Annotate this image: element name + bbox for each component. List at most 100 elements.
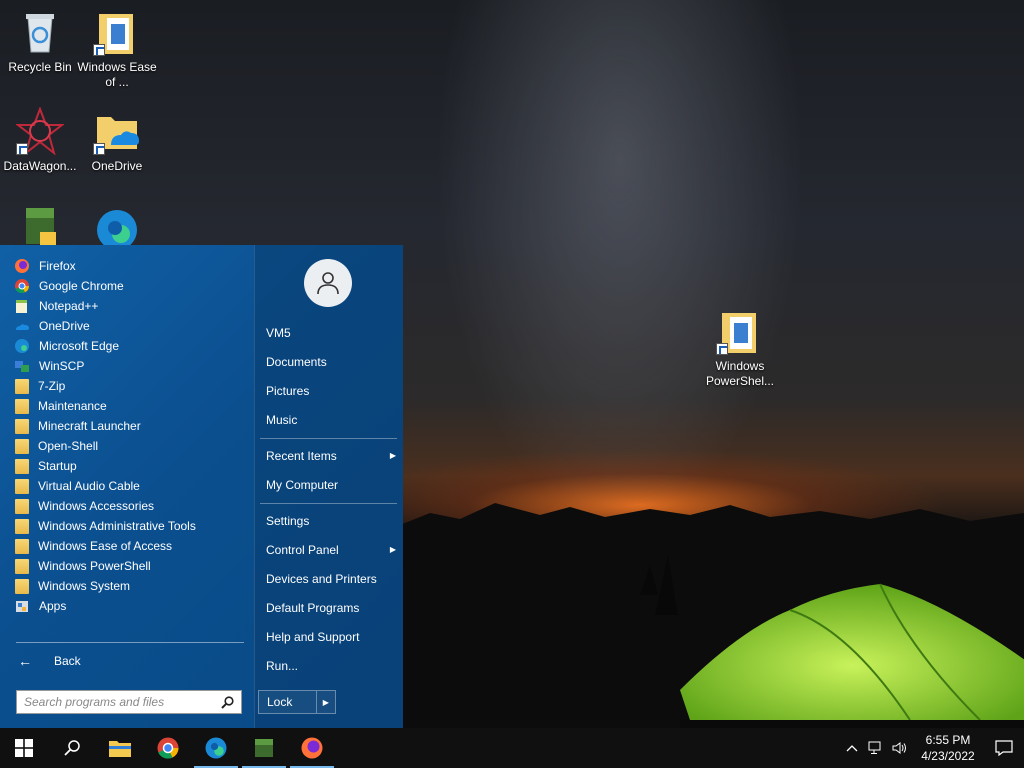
tent-illustration <box>680 583 1024 730</box>
menu-item-user[interactable]: VM5 <box>266 323 396 343</box>
program-item-windows-ease-of-access[interactable]: Windows Ease of Access <box>14 536 246 556</box>
menu-item-control-panel[interactable]: Control Panel ▶ <box>266 540 396 560</box>
folder-icon <box>15 418 29 434</box>
edge-icon <box>205 737 227 759</box>
menu-item-devices-printers[interactable]: Devices and Printers <box>266 569 396 589</box>
program-item-minecraft-launcher[interactable]: Minecraft Launcher <box>14 416 246 436</box>
program-item-windows-accessories[interactable]: Windows Accessories <box>14 496 246 516</box>
windows-logo-icon <box>15 739 33 757</box>
program-item-windows-administrative-tools[interactable]: Windows Administrative Tools <box>14 516 246 536</box>
program-label: WinSCP <box>39 359 85 373</box>
shortcut-arrow-icon <box>716 343 728 355</box>
folder-icon <box>15 558 29 574</box>
onedrive-folder-icon <box>93 107 141 155</box>
program-item-apps[interactable]: Apps <box>14 596 246 616</box>
search-box <box>16 690 242 714</box>
menu-item-pictures[interactable]: Pictures <box>266 381 396 401</box>
desktop-icon-label: OneDrive <box>91 159 143 173</box>
desktop-icon-onedrive[interactable]: OneDrive <box>77 107 157 174</box>
program-item-notepadpp[interactable]: Notepad++ <box>14 296 246 316</box>
menu-item-documents[interactable]: Documents <box>266 352 396 372</box>
program-item-firefox[interactable]: Firefox <box>14 256 246 276</box>
program-label: Windows System <box>38 579 131 593</box>
clock-time: 6:55 PM <box>925 733 971 747</box>
menu-item-run[interactable]: Run... <box>266 656 396 676</box>
menu-item-recent-items[interactable]: Recent Items ▶ <box>266 446 396 466</box>
taskbar-chrome[interactable] <box>144 728 192 768</box>
taskbar-edge[interactable] <box>192 728 240 768</box>
separator <box>260 503 397 504</box>
program-item-7-zip[interactable]: 7-Zip <box>14 376 246 396</box>
program-label: Windows Administrative Tools <box>38 519 196 533</box>
user-icon <box>317 272 339 295</box>
folder-icon <box>15 498 29 514</box>
program-item-windows-system[interactable]: Windows System <box>14 576 246 596</box>
desktop-icon-datawagon[interactable]: DataWagon... <box>0 106 80 174</box>
desktop-icon-label: Windows PowerShel... <box>705 359 775 388</box>
program-item-onedrive[interactable]: OneDrive <box>14 316 246 336</box>
folder-icon <box>15 538 29 554</box>
notification-center-button[interactable] <box>984 728 1024 768</box>
back-button[interactable]: ← Back <box>18 651 81 671</box>
chrome-icon <box>14 278 30 294</box>
search-input[interactable] <box>24 695 214 709</box>
menu-item-music[interactable]: Music <box>266 410 396 430</box>
taskbar-minecraft[interactable] <box>240 728 288 768</box>
menu-item-label: Recent Items <box>266 449 337 463</box>
chrome-icon <box>157 737 179 759</box>
program-item-winscp[interactable]: WinSCP <box>14 356 246 376</box>
folder-icon <box>15 438 29 454</box>
network-icon[interactable] <box>864 728 888 768</box>
clock[interactable]: 6:55 PM 4/23/2022 <box>912 732 984 764</box>
back-label: Back <box>54 654 81 668</box>
program-item-startup[interactable]: Startup <box>14 456 246 476</box>
volume-icon[interactable] <box>888 728 912 768</box>
chevron-up-icon[interactable] <box>840 728 864 768</box>
chevron-right-icon: ▶ <box>389 451 396 460</box>
lock-button-label[interactable]: Lock <box>259 695 316 709</box>
folder-icon <box>15 378 29 394</box>
search-icon[interactable] <box>221 696 234 709</box>
taskbar-firefox[interactable] <box>288 728 336 768</box>
taskbar-search-button[interactable] <box>48 728 96 768</box>
desktop-icon-windows-ease-of-access[interactable]: Windows Ease of ... <box>77 8 157 90</box>
shortcut-arrow-icon <box>16 143 28 155</box>
search-icon <box>64 740 80 756</box>
taskbar: 6:55 PM 4/23/2022 <box>0 728 1024 768</box>
program-label: Windows PowerShell <box>38 559 151 573</box>
menu-item-my-computer[interactable]: My Computer <box>266 475 396 495</box>
winscp-icon <box>14 358 30 374</box>
program-label: Windows Ease of Access <box>38 539 173 553</box>
program-label: Microsoft Edge <box>39 339 120 353</box>
notification-icon <box>995 740 1013 756</box>
menu-item-settings[interactable]: Settings <box>266 511 396 531</box>
program-label: Notepad++ <box>39 299 99 313</box>
program-label: Open-Shell <box>38 439 99 453</box>
program-item-virtual-audio-cable[interactable]: Virtual Audio Cable <box>14 476 246 496</box>
taskbar-file-explorer[interactable] <box>96 728 144 768</box>
program-item-open-shell[interactable]: Open-Shell <box>14 436 246 456</box>
desktop-icon-label: Recycle Bin <box>8 60 72 74</box>
desktop-icon-label: DataWagon... <box>3 159 77 173</box>
desktop-icon-recycle-bin[interactable]: Recycle Bin <box>0 8 80 75</box>
avatar[interactable] <box>304 259 352 307</box>
onedrive-icon <box>14 318 30 334</box>
program-item-google-chrome[interactable]: Google Chrome <box>14 276 246 296</box>
folder-shortcut-icon <box>93 8 141 56</box>
start-button[interactable] <box>0 728 48 768</box>
folder-icon <box>15 458 29 474</box>
program-label: Minecraft Launcher <box>38 419 141 433</box>
menu-item-help-support[interactable]: Help and Support <box>266 627 396 647</box>
file-explorer-icon <box>109 741 131 757</box>
apps-icon <box>14 598 30 614</box>
program-item-microsoft-edge[interactable]: Microsoft Edge <box>14 336 246 356</box>
program-item-windows-powershell[interactable]: Windows PowerShell <box>14 556 246 576</box>
desktop-icon-windows-powershell[interactable]: Windows PowerShel... <box>700 307 780 389</box>
chevron-right-icon[interactable]: ▶ <box>315 691 335 713</box>
folder-icon <box>15 518 29 534</box>
arrow-left-icon: ← <box>18 653 32 669</box>
menu-item-default-programs[interactable]: Default Programs <box>266 598 396 618</box>
program-label: OneDrive <box>39 319 90 333</box>
program-label: Maintenance <box>38 399 107 413</box>
program-item-maintenance[interactable]: Maintenance <box>14 396 246 416</box>
